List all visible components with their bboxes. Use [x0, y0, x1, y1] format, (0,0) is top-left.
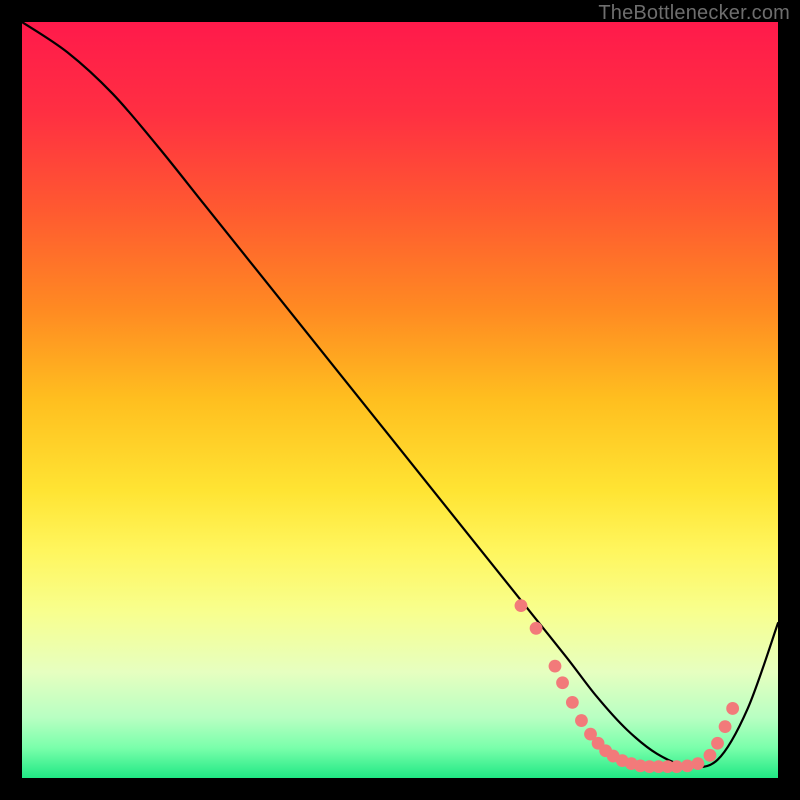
highlight-dot: [704, 749, 717, 762]
chart-stage: TheBottlenecker.com: [0, 0, 800, 800]
highlight-dot: [515, 599, 528, 612]
watermark-text: TheBottlenecker.com: [598, 2, 790, 25]
highlight-dot: [566, 696, 579, 709]
highlight-dot: [556, 676, 569, 689]
highlight-dot: [681, 760, 694, 773]
chart-svg: [22, 22, 778, 778]
chart-background: [22, 22, 778, 778]
highlight-dot: [726, 702, 739, 715]
highlight-dot: [575, 714, 588, 727]
highlight-dot: [711, 737, 724, 750]
highlight-dot: [549, 660, 562, 673]
highlight-dot: [530, 622, 543, 635]
highlight-dot: [691, 757, 704, 770]
chart-plot-area: [22, 22, 778, 778]
highlight-dot: [719, 720, 732, 733]
